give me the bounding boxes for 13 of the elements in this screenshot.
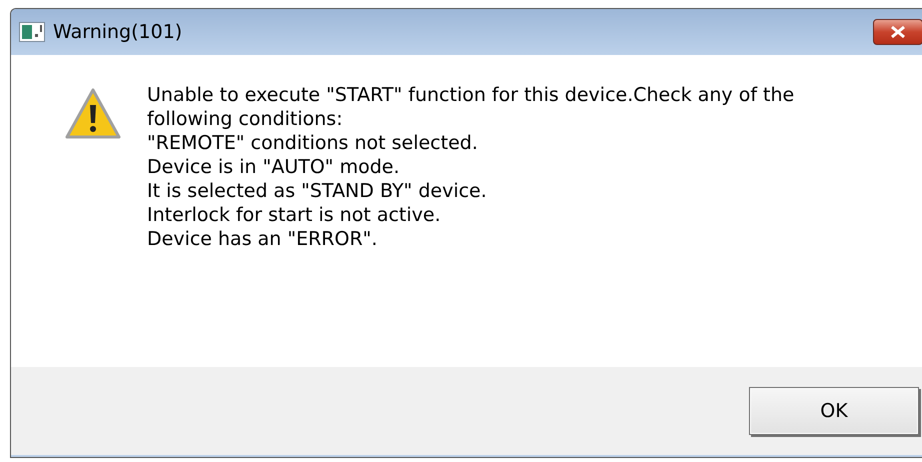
message-text: Unable to execute "START" function for this device.Check any of the: [147, 83, 794, 107]
message-text: following conditions:: [147, 107, 344, 131]
window-title: Warning(101): [53, 21, 184, 43]
message-text: Interlock for start is not active.: [147, 203, 442, 227]
ok-button[interactable]: OK: [749, 387, 919, 435]
message-text: It is selected as "STAND BY" device.: [147, 179, 488, 203]
close-button[interactable]: [873, 19, 922, 45]
message-text: "REMOTE" conditions not selected.: [147, 131, 479, 155]
warning-icon: [65, 87, 121, 141]
message-text: Device has an "ERROR".: [147, 227, 378, 251]
app-icon: [19, 22, 45, 42]
message-text: Device is in "AUTO" mode.: [147, 155, 401, 179]
close-icon: [889, 25, 907, 39]
